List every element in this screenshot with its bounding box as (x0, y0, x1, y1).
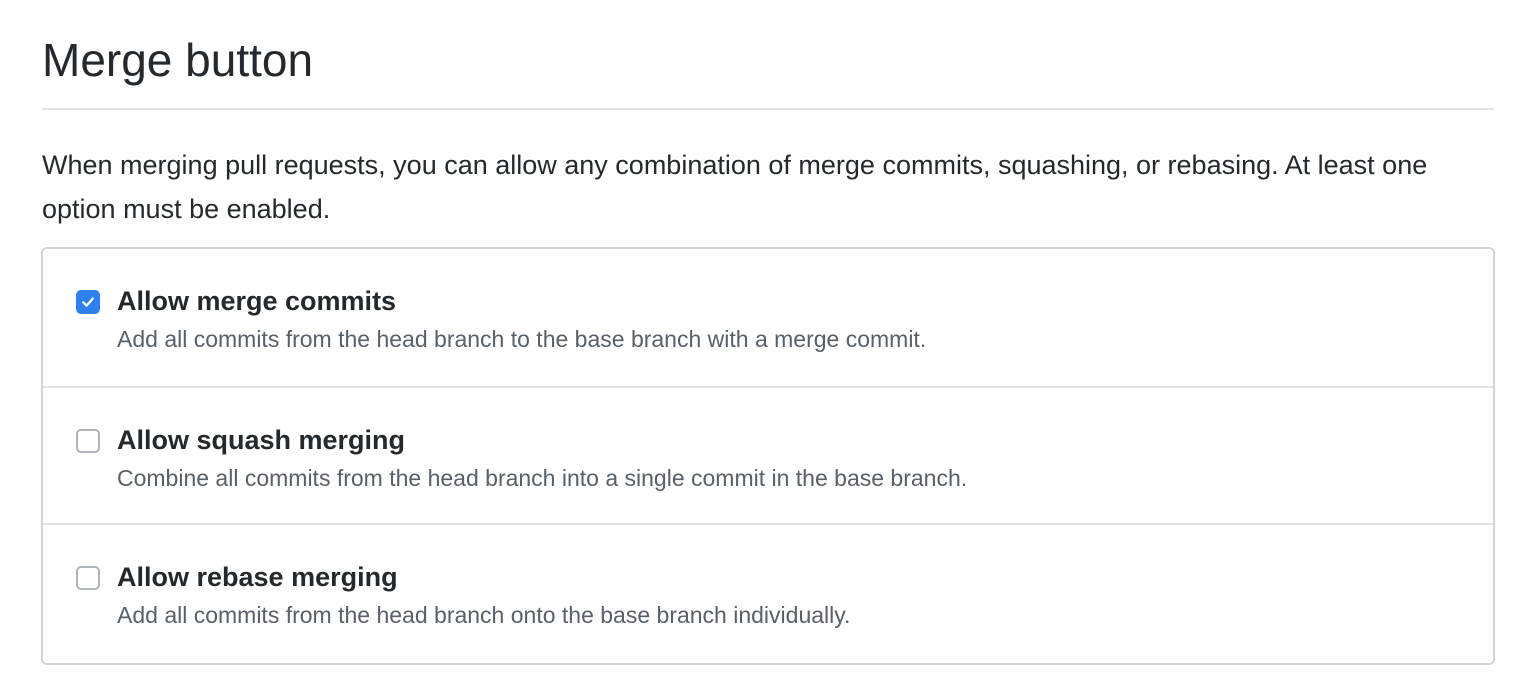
allow-merge-commits-description: Add all commits from the head branch to … (117, 326, 927, 352)
option-allow-squash-merging: Allow squash merging Combine all commits… (43, 386, 1493, 523)
section-divider (42, 108, 1494, 110)
option-allow-merge-commits: Allow merge commits Add all commits from… (43, 249, 1493, 386)
allow-rebase-merging-checkbox[interactable] (76, 566, 100, 590)
allow-rebase-merging-description: Add all commits from the head branch ont… (117, 602, 851, 628)
allow-squash-merging-checkbox[interactable] (76, 429, 100, 453)
checkmark-icon (82, 297, 94, 307)
allow-rebase-merging-label[interactable]: Allow rebase merging (117, 559, 398, 595)
allow-merge-commits-label[interactable]: Allow merge commits (117, 283, 396, 319)
option-allow-rebase-merging: Allow rebase merging Add all commits fro… (43, 523, 1493, 660)
allow-merge-commits-checkbox[interactable] (76, 290, 100, 314)
section-description: When merging pull requests, you can allo… (42, 150, 1428, 224)
merge-options-box: Allow merge commits Add all commits from… (41, 247, 1495, 665)
section-title: Merge button (42, 34, 314, 86)
allow-squash-merging-description: Combine all commits from the head branch… (117, 465, 968, 491)
allow-squash-merging-label[interactable]: Allow squash merging (117, 422, 405, 458)
merge-button-settings: Merge button When merging pull requests,… (0, 0, 1540, 700)
